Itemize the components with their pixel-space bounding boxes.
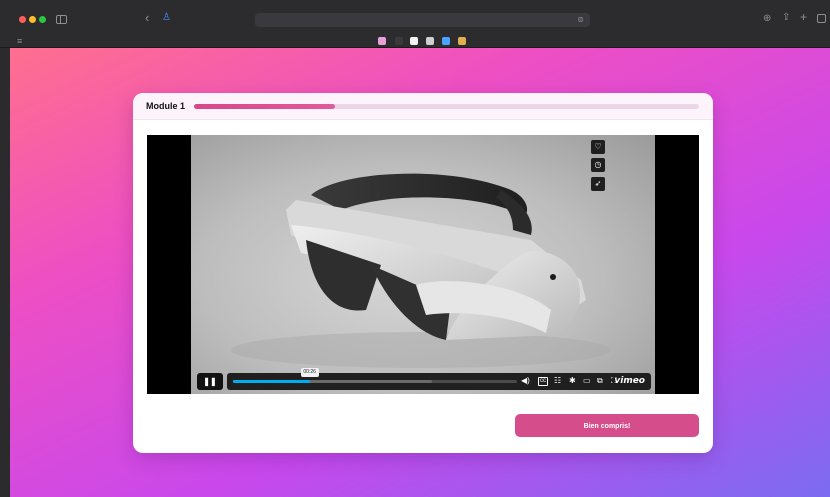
transcript-icon[interactable]: ☷ [554, 376, 561, 386]
download-icon[interactable]: ⊕ [763, 14, 771, 24]
tabs-menu-icon[interactable]: ≡ [17, 36, 22, 46]
new-tab-icon[interactable]: + [800, 11, 807, 23]
watch-later-button[interactable]: ◷ [591, 158, 605, 172]
pause-button[interactable]: ❚❚ [197, 373, 223, 390]
favorite-icon-1[interactable] [378, 37, 386, 45]
address-bar[interactable]: ⊜ [255, 13, 590, 30]
current-time-tooltip: 00:26 [300, 368, 319, 377]
lesson-card: Module 1 ♡ ◷ ➶ ❚❚ 00:26 ◀) cc ☷ ✱ ▭ ⧉ ⛶ … [133, 93, 713, 453]
seek-played [233, 380, 310, 383]
vimeo-logo[interactable]: vimeo [614, 376, 645, 386]
close-window-button[interactable] [19, 16, 26, 23]
vr-headset-image [231, 173, 611, 368]
volume-icon[interactable]: ◀) [521, 376, 530, 386]
share-video-button[interactable]: ➶ [591, 177, 605, 191]
clock-icon: ◷ [594, 160, 602, 169]
favorites-bar: ≡ [0, 34, 830, 48]
heart-icon: ♡ [594, 142, 602, 151]
favorite-icon-4[interactable] [426, 37, 434, 45]
like-button[interactable]: ♡ [591, 140, 605, 154]
browser-titlebar: ‹ ♙ ⊜ ⊕ ⇪ + [0, 0, 830, 34]
favorite-icon-3[interactable] [410, 37, 418, 45]
tab-overview-icon[interactable] [817, 14, 826, 23]
module-progress-bar [194, 104, 699, 109]
favorite-icon-6[interactable] [458, 37, 466, 45]
shared-with-you-icon[interactable]: ⊜ [577, 15, 584, 24]
video-frame[interactable]: ♡ ◷ ➶ [191, 135, 655, 394]
captions-icon[interactable]: cc [538, 377, 548, 386]
settings-icon[interactable]: ✱ [569, 376, 576, 386]
browser-window: ‹ ♙ ⊜ ⊕ ⇪ + ≡ Module 1 ♡ ◷ ➶ ❚❚ 00:26 ◀)… [0, 0, 830, 497]
seek-bar[interactable]: 00:26 [233, 368, 517, 383]
pip-icon[interactable]: ⧉ [597, 376, 603, 386]
send-icon: ➶ [594, 179, 602, 188]
sidebar-toggle-icon[interactable] [56, 15, 67, 24]
favorite-icon-5[interactable] [442, 37, 450, 45]
module-progress-fill [194, 104, 336, 109]
video-player[interactable]: ♡ ◷ ➶ ❚❚ 00:26 ◀) cc ☷ ✱ ▭ ⧉ ⛶ vimeo [147, 135, 699, 394]
lesson-header: Module 1 [133, 93, 713, 120]
airplay-icon[interactable]: ▭ [583, 376, 591, 386]
module-title: Module 1 [146, 101, 186, 111]
address-input[interactable] [255, 16, 590, 30]
zoom-window-button[interactable] [39, 16, 46, 23]
page-background: Module 1 ♡ ◷ ➶ ❚❚ 00:26 ◀) cc ☷ ✱ ▭ ⧉ ⛶ … [10, 48, 830, 497]
back-icon[interactable]: ‹ [145, 11, 149, 24]
share-icon[interactable]: ⇪ [782, 13, 790, 23]
minimize-window-button[interactable] [29, 16, 36, 23]
favorite-icon-2[interactable] [395, 37, 403, 45]
pause-icon: ❚❚ [203, 377, 217, 386]
control-bar: 00:26 ◀) cc ☷ ✱ ▭ ⧉ ⛶ vimeo [227, 368, 651, 390]
video-controls: ❚❚ 00:26 ◀) cc ☷ ✱ ▭ ⧉ ⛶ vimeo [195, 368, 651, 390]
privacy-shield-icon[interactable]: ♙ [162, 13, 171, 23]
bien-compris-button[interactable]: Bien compris! [515, 414, 699, 437]
